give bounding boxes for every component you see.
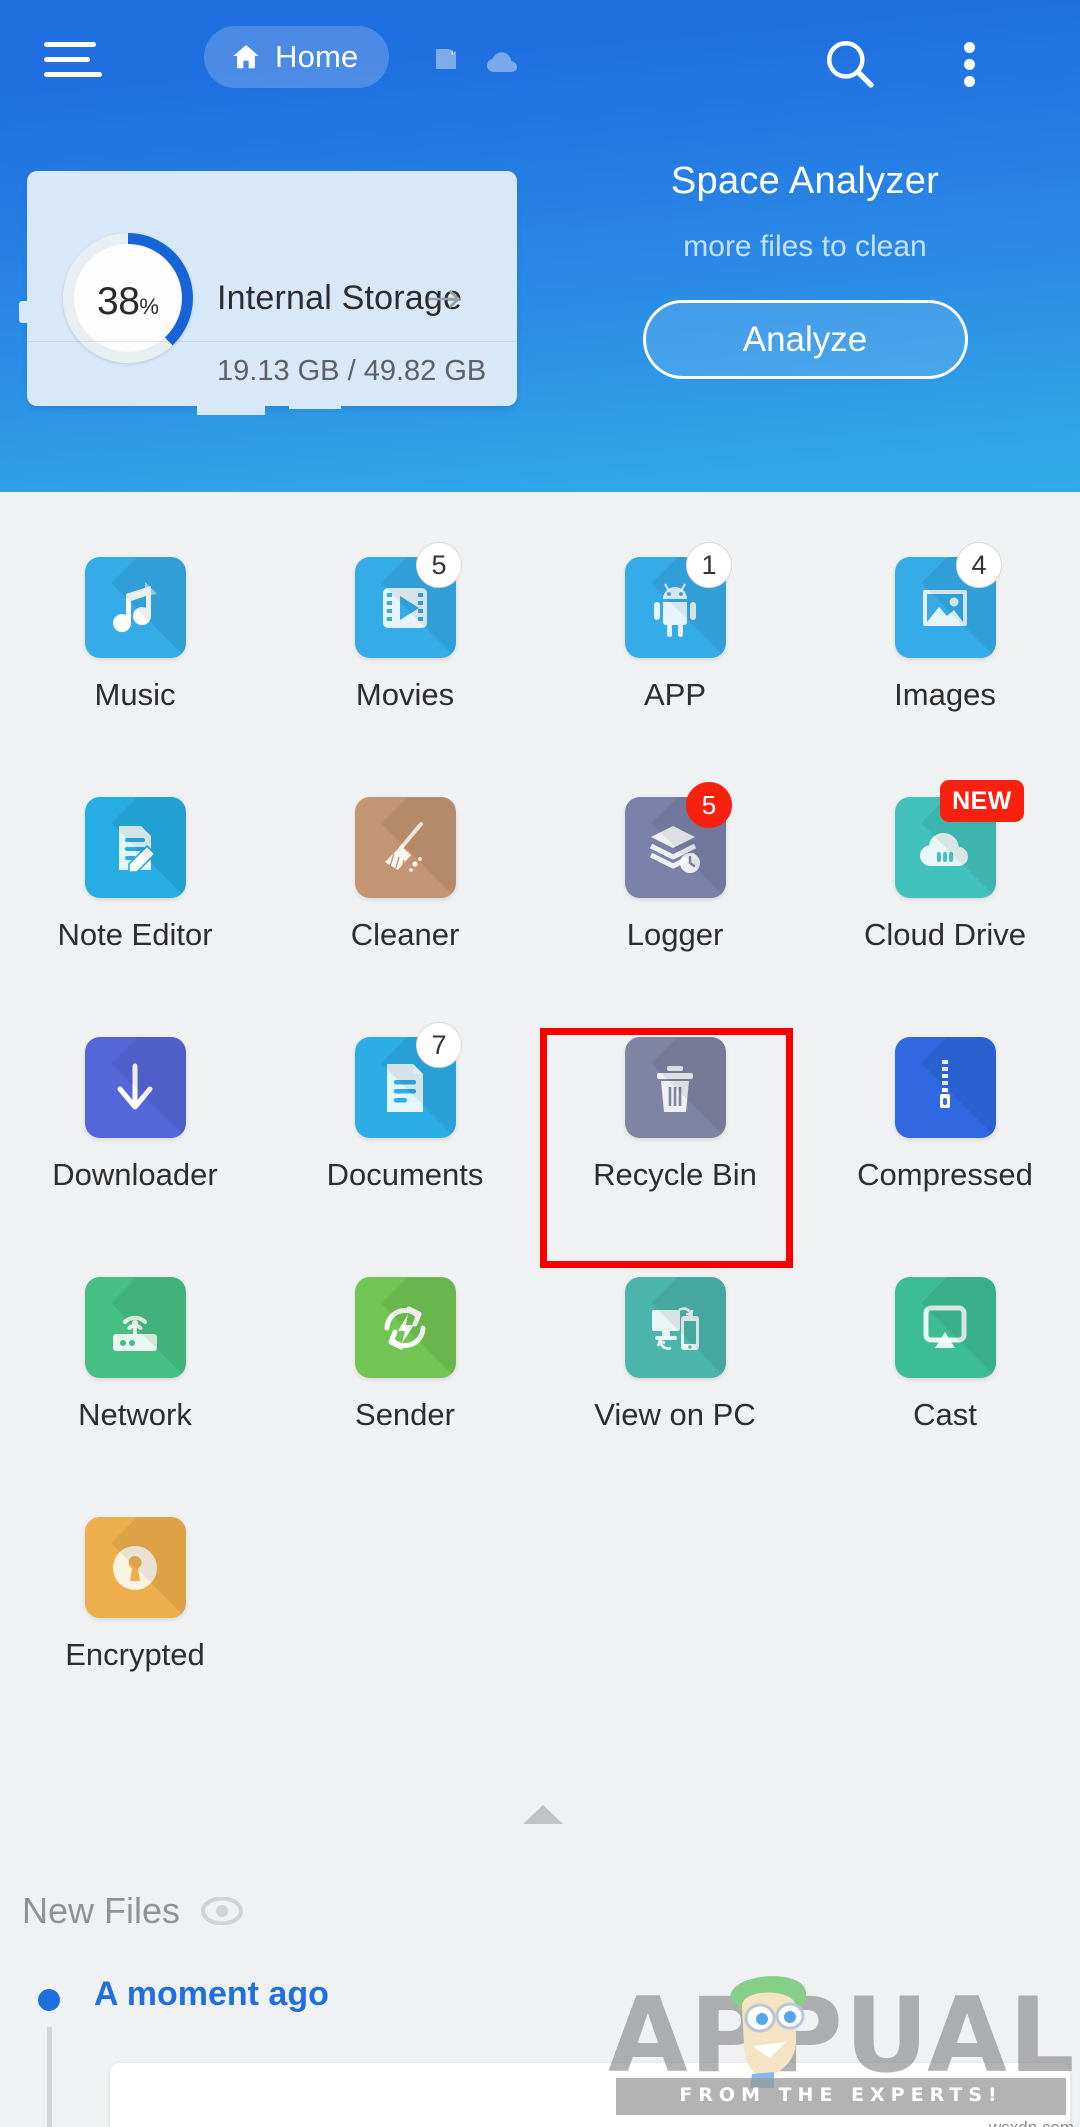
shortcut-grid-row: Encrypted xyxy=(0,1480,1080,1720)
cast-screen-icon xyxy=(894,1277,996,1378)
download-arrow-icon xyxy=(84,1037,186,1138)
shortcut-music[interactable]: Music xyxy=(0,520,270,760)
cloud-icon[interactable] xyxy=(485,50,521,74)
timeline-timestamp: A moment ago xyxy=(94,1975,329,2013)
note-pencil-icon xyxy=(84,797,186,898)
shortcut-label: Movies xyxy=(355,677,455,712)
shortcut-grid: Music Movies 5 APP 1 Images 4 Note Editor Cleane… xyxy=(0,520,1080,1720)
home-tab[interactable]: Home xyxy=(204,26,389,88)
app-header: Home 38 % Internal Storage 19.13 GB / 49… xyxy=(0,0,1080,492)
kebab-menu-icon[interactable] xyxy=(950,36,990,92)
sd-card-left-nub xyxy=(19,301,29,323)
broom-icon xyxy=(354,797,456,898)
count-badge: 4 xyxy=(956,542,1002,588)
shortcut-movies[interactable]: Movies 5 xyxy=(270,520,540,760)
trash-can-icon xyxy=(624,1037,726,1138)
router-wifi-icon xyxy=(84,1277,186,1378)
shortcut-label: Compressed xyxy=(857,1157,1033,1192)
space-analyzer-title: Space Analyzer xyxy=(670,160,940,202)
storage-percent-symbol: % xyxy=(139,294,159,319)
shortcut-logger[interactable]: Logger 5 xyxy=(540,760,810,1000)
storage-card-divider xyxy=(27,341,517,342)
shortcut-cast[interactable]: Cast xyxy=(810,1240,1080,1480)
space-analyzer-panel: Space Analyzer more files to clean Analy… xyxy=(560,160,1050,379)
shortcut-label: Network xyxy=(78,1397,192,1432)
new-files-header: New Files xyxy=(22,1890,244,1932)
collapse-triangle-icon[interactable] xyxy=(523,1805,563,1824)
storage-percent-value: 38 xyxy=(97,280,140,323)
shortcut-documents[interactable]: Documents 7 xyxy=(270,1000,540,1240)
shortcut-label: View on PC xyxy=(594,1397,756,1432)
eye-icon[interactable] xyxy=(200,1897,244,1925)
count-badge: 5 xyxy=(416,542,462,588)
timeline-connector xyxy=(47,2027,52,2127)
shortcut-label: Cloud Drive xyxy=(864,917,1026,952)
shortcut-images[interactable]: Images 4 xyxy=(810,520,1080,760)
shortcut-network[interactable]: Network xyxy=(0,1240,270,1480)
shortcut-label: Downloader xyxy=(52,1157,218,1192)
home-tab-label: Home xyxy=(275,39,359,74)
house-icon xyxy=(233,45,259,69)
shortcut-label: Music xyxy=(94,677,176,712)
new-files-label: New Files xyxy=(22,1890,181,1931)
shortcut-recycle-bin[interactable]: Recycle Bin xyxy=(540,1000,810,1240)
hamburger-menu-icon[interactable] xyxy=(44,38,104,80)
shortcut-cleaner[interactable]: Cleaner xyxy=(270,760,540,1000)
shortcut-label: Sender xyxy=(355,1397,455,1432)
shortcut-label: Cast xyxy=(913,1397,977,1432)
sync-bolt-icon xyxy=(354,1277,456,1378)
count-badge: 1 xyxy=(686,542,732,588)
search-icon[interactable] xyxy=(822,36,878,92)
shortcut-encrypted[interactable]: Encrypted xyxy=(0,1480,270,1720)
sd-card-icon[interactable] xyxy=(430,44,462,74)
app-bar: Home xyxy=(0,0,1080,112)
shortcut-label: Note Editor xyxy=(57,917,213,952)
shortcut-grid-row: Network Sender View on PC Cast xyxy=(0,1240,1080,1480)
shortcut-label: Encrypted xyxy=(65,1637,205,1672)
shortcut-label: Cleaner xyxy=(350,917,460,952)
shortcut-grid-row: Downloader Documents 7 Recycle Bin Compresse… xyxy=(0,1000,1080,1240)
new-badge: NEW xyxy=(940,780,1024,822)
sd-card-notch xyxy=(197,399,265,415)
count-badge: 7 xyxy=(416,1022,462,1068)
shortcut-compressed[interactable]: Compressed xyxy=(810,1000,1080,1240)
timeline-dot xyxy=(38,1989,60,2011)
internal-storage-card[interactable]: 38 % Internal Storage 19.13 GB / 49.82 G… xyxy=(19,171,517,416)
arrow-right-icon xyxy=(428,289,461,309)
zipper-icon xyxy=(894,1037,996,1138)
shortcut-app[interactable]: APP 1 xyxy=(540,520,810,760)
music-note-icon xyxy=(84,557,186,658)
shortcut-view-on-pc[interactable]: View on PC xyxy=(540,1240,810,1480)
space-analyzer-subtitle: more files to clean xyxy=(683,230,927,263)
storage-name: Internal Storage xyxy=(217,279,463,317)
shortcut-label: Documents xyxy=(326,1157,484,1192)
shortcut-grid-row: Music Movies 5 APP 1 Images 4 xyxy=(0,520,1080,760)
monitor-phone-icon xyxy=(624,1277,726,1378)
storage-size-text: 19.13 GB / 49.82 GB xyxy=(217,355,487,387)
sd-card-notch-secondary xyxy=(289,399,341,409)
shortcut-downloader[interactable]: Downloader xyxy=(0,1000,270,1240)
analyze-button[interactable]: Analyze xyxy=(642,300,968,379)
timeline-card[interactable]: 4 images from Screenshots xyxy=(110,2063,1070,2127)
shortcut-label: APP xyxy=(643,677,707,712)
count-badge: 5 xyxy=(686,782,732,828)
keyhole-lock-icon xyxy=(84,1517,186,1618)
shortcut-cloud-drive[interactable]: Cloud Drive NEW xyxy=(810,760,1080,1000)
shortcut-label: Images xyxy=(894,677,996,712)
shortcut-label: Logger xyxy=(626,917,724,952)
shortcut-sender[interactable]: Sender xyxy=(270,1240,540,1480)
storage-usage-ring: 38 % xyxy=(63,233,193,363)
shortcut-note-editor[interactable]: Note Editor xyxy=(0,760,270,1000)
shortcut-label: Recycle Bin xyxy=(593,1157,757,1192)
shortcut-grid-row: Note Editor Cleaner Logger 5 Cloud Drive NEW xyxy=(0,760,1080,1000)
